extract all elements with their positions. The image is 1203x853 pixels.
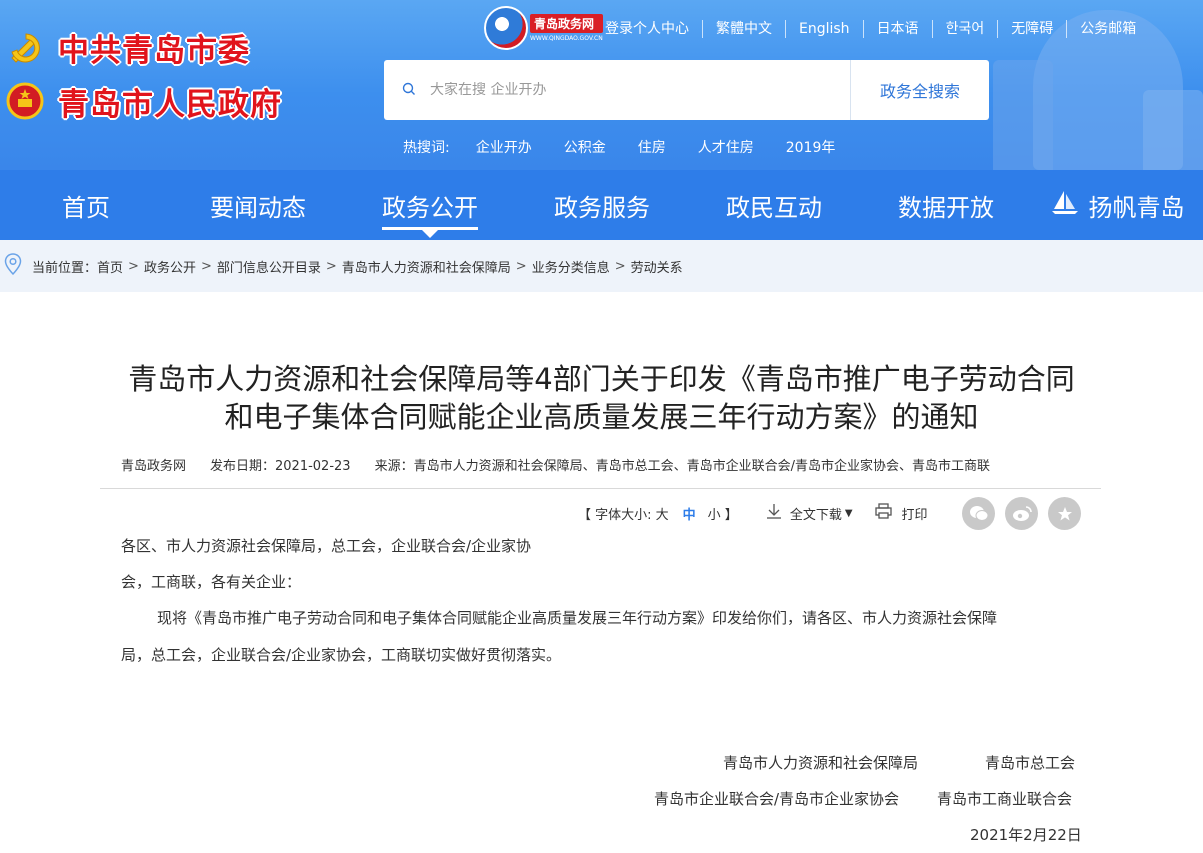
government-logo[interactable]: 青岛市人民政府 [6, 74, 282, 128]
nav-government-affairs-open[interactable]: 政务公开 [344, 170, 516, 240]
globe-icon [484, 6, 528, 50]
breadcrumb-item[interactable]: 首页 [97, 257, 123, 276]
breadcrumb: 当前位置： 首页 > 政务公开 > 部门信息公开目录 > 青岛市人力资源和社会保… [0, 240, 1203, 292]
portal-name: 青岛政务网 [530, 14, 603, 33]
party-emblem-icon [6, 28, 44, 66]
article-meta: 青岛政务网 发布日期：2021-02-23 来源：青岛市人力资源和社会保障局、青… [121, 455, 1014, 474]
divider [100, 488, 1101, 489]
hot-search-term[interactable]: 2019年 [786, 137, 836, 157]
hot-search-term[interactable]: 人才住房 [698, 137, 754, 157]
print-button[interactable]: 打印 [874, 503, 928, 523]
font-size-small[interactable]: 小 】 [708, 504, 738, 523]
party-committee-name: 中共青岛市委 [58, 32, 250, 69]
meta-source: 来源：青岛市人力资源和社会保障局、青岛市总工会、青岛市企业联合会/青岛市企业家协… [374, 459, 990, 474]
party-committee-logo[interactable]: 中共青岛市委 [6, 20, 282, 74]
hot-search-term[interactable]: 公积金 [564, 137, 606, 157]
chevron-right-icon: > [515, 258, 527, 274]
breadcrumb-item[interactable]: 劳动关系 [631, 257, 683, 276]
print-label: 打印 [901, 507, 928, 523]
chevron-right-icon: > [614, 258, 626, 274]
article-paragraph: 现将《青岛市推广电子劳动合同和电子集体合同赋能企业高质量发展三年行动方案》印发给… [157, 609, 998, 627]
skyline-building [993, 60, 1053, 170]
chevron-right-icon: > [200, 258, 212, 274]
search-input[interactable] [430, 82, 810, 98]
qingdao-portal-logo[interactable]: 青岛政务网 WWW.QINGDAO.GOV.CN [484, 6, 603, 50]
site-header: 中共青岛市委 青岛市人民政府 青岛政务网 WWW.QINGDAO.GOV.CN … [0, 0, 1203, 170]
article-paragraph: 局，总工会，企业联合会/企业家协会，工商联切实做好贯彻落实。 [121, 646, 562, 664]
main-nav: 首页 要闻动态 政务公开 政务服务 政民互动 数据开放 扬帆青岛 [0, 170, 1203, 240]
signature-enterprise-federation: 青岛市企业联合会/青岛市企业家协会 [654, 790, 900, 808]
weibo-icon[interactable] [1005, 497, 1038, 530]
article-title-line: 青岛市人力资源和社会保障局等4部门关于印发《青岛市推广电子劳动合同 [128, 362, 1075, 396]
hot-search: 热搜词: 企业开办 公积金 住房 人才住房 2019年 [403, 137, 867, 157]
breadcrumb-label: 当前位置： [32, 260, 98, 276]
font-size-large[interactable]: 【 字体大小: 大 [578, 504, 669, 523]
skyline-building [1143, 90, 1203, 170]
korean-link[interactable]: 한국어 [931, 20, 998, 38]
hot-search-label: 热搜词: [403, 140, 450, 156]
english-link[interactable]: English [785, 20, 863, 38]
favorite-icon[interactable] [1048, 497, 1081, 530]
signature-hrss: 青岛市人力资源和社会保障局 [723, 754, 919, 772]
nav-yangfan-qingdao[interactable]: 扬帆青岛 [1032, 170, 1203, 240]
official-mail-link[interactable]: 公务邮箱 [1066, 20, 1149, 38]
login-link[interactable]: 登录个人中心 [596, 20, 702, 38]
caret-down-icon: ▼ [844, 507, 853, 519]
nav-home[interactable]: 首页 [0, 170, 172, 240]
hot-search-term[interactable]: 住房 [638, 137, 666, 157]
article-paragraph: 各区、市人力资源社会保障局，总工会，企业联合会/企业家协 [121, 537, 532, 555]
top-links: 登录个人中心 繁體中文 English 日本语 한국어 无障碍 公务邮箱 [596, 20, 1149, 38]
nav-interaction[interactable]: 政民互动 [688, 170, 860, 240]
site-logos: 中共青岛市委 青岛市人民政府 [0, 20, 282, 128]
article-title-line: 和电子集体合同赋能企业高质量发展三年行动方案》的通知 [224, 400, 979, 434]
location-pin-icon [4, 253, 22, 279]
nav-news[interactable]: 要闻动态 [172, 170, 344, 240]
search-button[interactable]: 政务全搜索 [850, 60, 989, 120]
signature-date: 2021年2月22日 [970, 826, 1082, 844]
signature-commerce-federation: 青岛市工商业联合会 [937, 790, 1073, 808]
download-icon [766, 503, 782, 523]
nav-government-services[interactable]: 政务服务 [516, 170, 688, 240]
article-title: 青岛市人力资源和社会保障局等4部门关于印发《青岛市推广电子劳动合同 和电子集体合… [100, 360, 1103, 436]
download-label: 全文下载 [789, 507, 842, 523]
breadcrumb-item[interactable]: 业务分类信息 [532, 257, 610, 276]
download-button[interactable]: 全文下载 ▼ [766, 503, 853, 523]
search-icon [402, 81, 416, 100]
breadcrumb-item[interactable]: 部门信息公开目录 [217, 257, 321, 276]
chevron-right-icon: > [128, 258, 139, 274]
meta-publish-date: 发布日期：2021-02-23 [210, 459, 351, 474]
nav-yangfan-label: 扬帆青岛 [1088, 193, 1185, 222]
breadcrumb-item[interactable]: 青岛市人力资源和社会保障局 [342, 257, 511, 276]
nav-open-data[interactable]: 数据开放 [860, 170, 1032, 240]
chevron-right-icon: > [325, 258, 337, 274]
sailboat-icon [1051, 189, 1079, 221]
signature-trade-union: 青岛市总工会 [985, 754, 1076, 772]
portal-domain: WWW.QINGDAO.GOV.CN [530, 35, 603, 42]
traditional-chinese-link[interactable]: 繁體中文 [702, 20, 785, 38]
search-box: 政务全搜索 [384, 60, 989, 120]
printer-icon [874, 503, 892, 523]
meta-site: 青岛政务网 [121, 459, 187, 474]
national-emblem-icon [6, 82, 44, 120]
wechat-icon[interactable] [962, 497, 995, 530]
government-name: 青岛市人民政府 [58, 86, 282, 123]
hot-search-term[interactable]: 企业开办 [476, 137, 532, 157]
breadcrumb-item[interactable]: 政务公开 [144, 257, 196, 276]
japanese-link[interactable]: 日本语 [862, 20, 932, 38]
font-size-medium[interactable]: 中 [683, 504, 696, 523]
accessibility-link[interactable]: 无障碍 [997, 20, 1066, 38]
article-paragraph: 会，工商联，各有关企业： [121, 573, 302, 591]
article-tools: 【 字体大小: 大 中 小 】 全文下载 ▼ 打印 [578, 503, 928, 523]
